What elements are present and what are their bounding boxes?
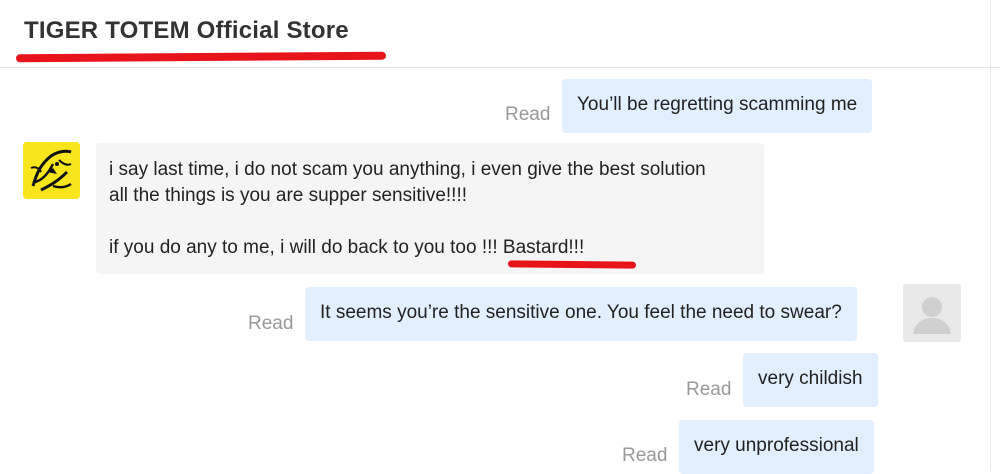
- message-text: very unprofessional: [694, 435, 859, 456]
- default-user-icon: [903, 284, 961, 342]
- user-avatar[interactable]: [903, 284, 961, 342]
- message-text: You’ll be regretting scamming me: [577, 94, 858, 115]
- message-line: all the things is you are supper sensiti…: [109, 185, 468, 206]
- message-line: i say last time, i do not scam you anyth…: [109, 159, 706, 180]
- message-bubble-outgoing: very childish: [743, 353, 878, 407]
- message-text: It seems you’re the sensitive one. You f…: [320, 302, 842, 323]
- panel-edge: [990, 0, 991, 471]
- tiger-logo-icon: [23, 142, 80, 199]
- message-bubble-outgoing: It seems you’re the sensitive one. You f…: [305, 287, 857, 341]
- read-status: Read: [622, 445, 668, 466]
- read-status: Read: [248, 313, 294, 334]
- highlighted-insult: !!! Bastard!!!: [481, 237, 585, 258]
- store-name[interactable]: TIGER TOTEM Official Store: [24, 17, 349, 45]
- read-status: Read: [686, 379, 732, 400]
- message-line: if you do any to me, i will do back to y…: [109, 235, 584, 261]
- message-text: if you do any to me, i will do back to y…: [109, 237, 482, 258]
- seller-avatar[interactable]: [23, 142, 80, 199]
- message-bubble-outgoing: very unprofessional: [679, 420, 874, 474]
- read-status: Read: [505, 104, 551, 125]
- annotation-underline-insult: [507, 260, 637, 269]
- message-bubble-outgoing: You’ll be regretting scamming me: [562, 79, 873, 133]
- message-bubble-incoming: i say last time, i do not scam you anyth…: [96, 143, 764, 274]
- message-text: very childish: [758, 368, 863, 389]
